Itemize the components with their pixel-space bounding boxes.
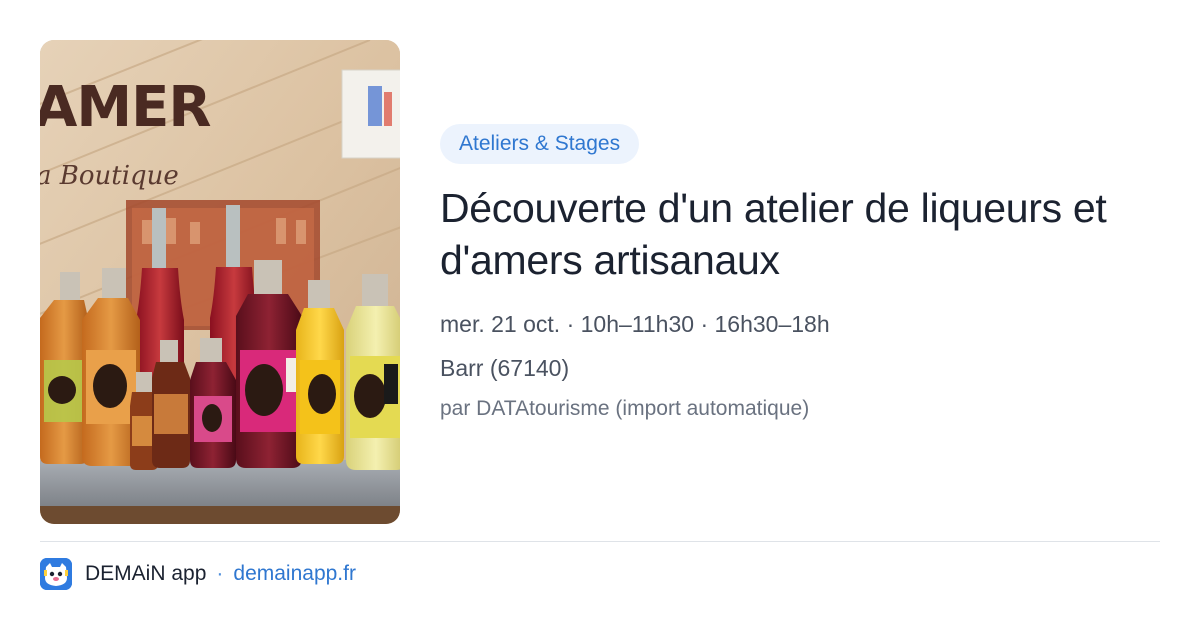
separator: · [566, 311, 575, 337]
event-image[interactable]: AMER a Boutique [40, 40, 400, 524]
event-details: Ateliers & Stages Découverte d'un atelie… [440, 124, 1160, 422]
footer-separator: · [216, 562, 224, 585]
app-name: DEMAiN app [85, 562, 207, 585]
svg-text:AMER: AMER [40, 75, 210, 140]
footer: DEMAiN app · demainapp.fr [40, 557, 356, 591]
event-card[interactable]: AMER a Boutique Ateliers & Stages Découv… [40, 40, 1160, 524]
separator: · [700, 311, 709, 337]
app-link[interactable]: demainapp.fr [233, 562, 356, 586]
event-time-slot: 10h–11h30 [580, 311, 695, 337]
event-schedule: mer. 21 oct. · 10h–11h30 · 16h30–18h [440, 310, 1160, 338]
event-location: Barr (67140) [440, 355, 570, 381]
demain-app-icon [40, 558, 72, 590]
category-badge[interactable]: Ateliers & Stages [440, 124, 640, 164]
footer-divider [40, 541, 1160, 542]
svg-text:a Boutique: a Boutique [40, 161, 179, 191]
event-title[interactable]: Découverte d'un atelier de liqueurs et d… [440, 182, 1160, 286]
event-time-slot: 16h30–18h [714, 311, 830, 337]
event-date: mer. 21 oct. [440, 311, 561, 337]
event-source: par DATAtourisme (import automatique) [440, 397, 810, 420]
